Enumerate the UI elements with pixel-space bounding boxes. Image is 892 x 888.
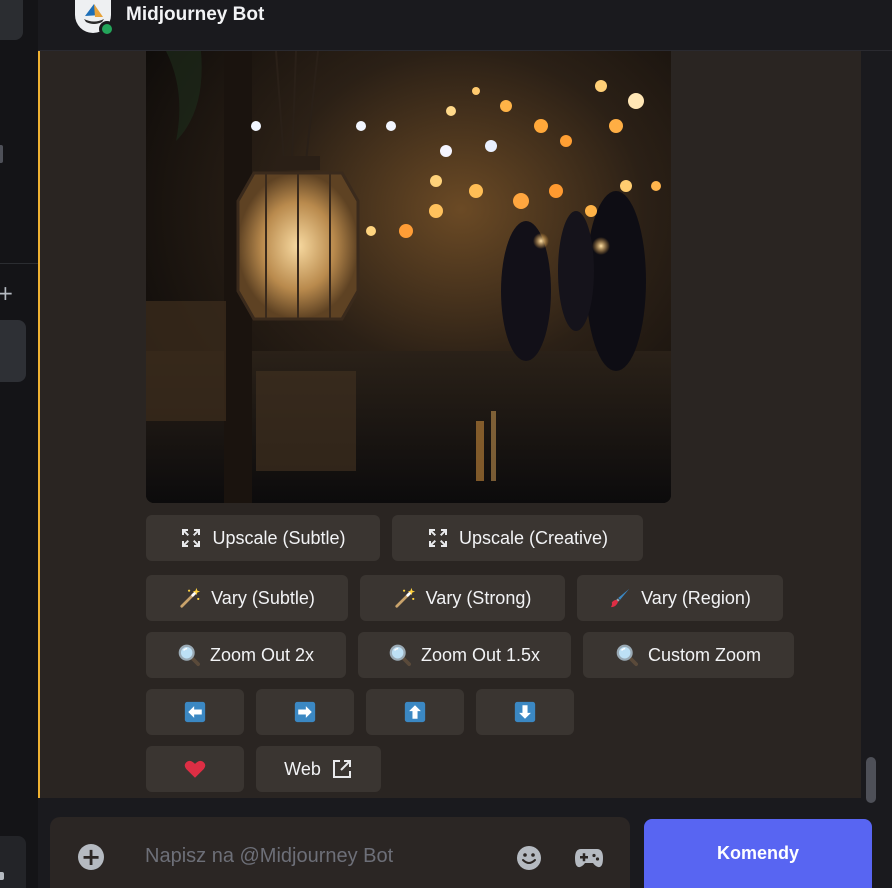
scrollbar-thumb[interactable]: [866, 757, 876, 803]
zoom-out-1-5x-button[interactable]: Zoom Out 1.5x: [358, 632, 571, 678]
custom-zoom-label: Custom Zoom: [647, 644, 762, 665]
upscale-subtle-label: Upscale (Subtle): [212, 527, 346, 548]
arrow-right-icon: [294, 701, 316, 723]
channel-title: Midjourney Bot: [126, 4, 265, 25]
pan-down-button[interactable]: [476, 689, 574, 735]
vary-strong-label: Vary (Strong): [425, 587, 532, 608]
vary-strong-button[interactable]: Vary (Strong): [360, 575, 565, 621]
sidebar-divider: [0, 263, 38, 264]
web-link-label: Web: [284, 758, 321, 779]
arrow-left-icon: [184, 701, 206, 723]
vary-subtle-label: Vary (Subtle): [211, 587, 315, 608]
commands-button[interactable]: Komendy: [644, 819, 872, 888]
custom-zoom-button[interactable]: Custom Zoom: [583, 632, 794, 678]
magic-wand-icon: [394, 587, 416, 609]
zoom-out-2x-button[interactable]: Zoom Out 2x: [146, 632, 346, 678]
emoji-icon[interactable]: [516, 845, 542, 875]
pan-right-button[interactable]: [256, 689, 354, 735]
add-attachment-icon[interactable]: +: [78, 844, 104, 870]
expand-icon: [180, 527, 202, 549]
online-status-icon: [99, 21, 115, 37]
magnifier-icon: [389, 644, 411, 666]
zoom-out-2x-label: Zoom Out 2x: [209, 644, 315, 665]
vary-subtle-button[interactable]: Vary (Subtle): [146, 575, 348, 621]
upscale-creative-button[interactable]: Upscale (Creative): [392, 515, 643, 561]
external-link-icon: [331, 758, 353, 780]
expand-icon: [427, 527, 449, 549]
magnifier-icon: [616, 644, 638, 666]
sidebar-header-block[interactable]: [0, 0, 23, 40]
magnifier-icon: [178, 644, 200, 666]
pan-left-button[interactable]: [146, 689, 244, 735]
gamepad-icon[interactable]: [574, 846, 604, 874]
sidebar-indicator: [0, 872, 4, 880]
paintbrush-icon: [609, 587, 631, 609]
magic-wand-icon: [179, 587, 201, 609]
web-link-button[interactable]: Web: [256, 746, 381, 792]
generated-image[interactable]: [146, 51, 671, 503]
arrow-up-icon: [404, 701, 426, 723]
channel-sidebar: +: [0, 0, 38, 888]
scrollbar-track[interactable]: [861, 51, 892, 798]
add-channel-icon[interactable]: +: [0, 283, 14, 303]
user-panel[interactable]: [0, 836, 26, 888]
sidebar-item-active[interactable]: [0, 320, 26, 382]
vary-region-button[interactable]: Vary (Region): [577, 575, 783, 621]
chat-header: Midjourney Bot: [38, 0, 892, 51]
message-input[interactable]: Napisz na @Midjourney Bot: [145, 845, 393, 868]
pan-up-button[interactable]: [366, 689, 464, 735]
heart-icon: [184, 758, 206, 780]
sidebar-marker: [0, 145, 3, 163]
arrow-down-icon: [514, 701, 536, 723]
upscale-creative-label: Upscale (Creative): [458, 527, 609, 548]
vary-region-label: Vary (Region): [641, 587, 751, 608]
zoom-out-1-5x-label: Zoom Out 1.5x: [420, 644, 541, 665]
favorite-button[interactable]: [146, 746, 244, 792]
upscale-subtle-button[interactable]: Upscale (Subtle): [146, 515, 380, 561]
